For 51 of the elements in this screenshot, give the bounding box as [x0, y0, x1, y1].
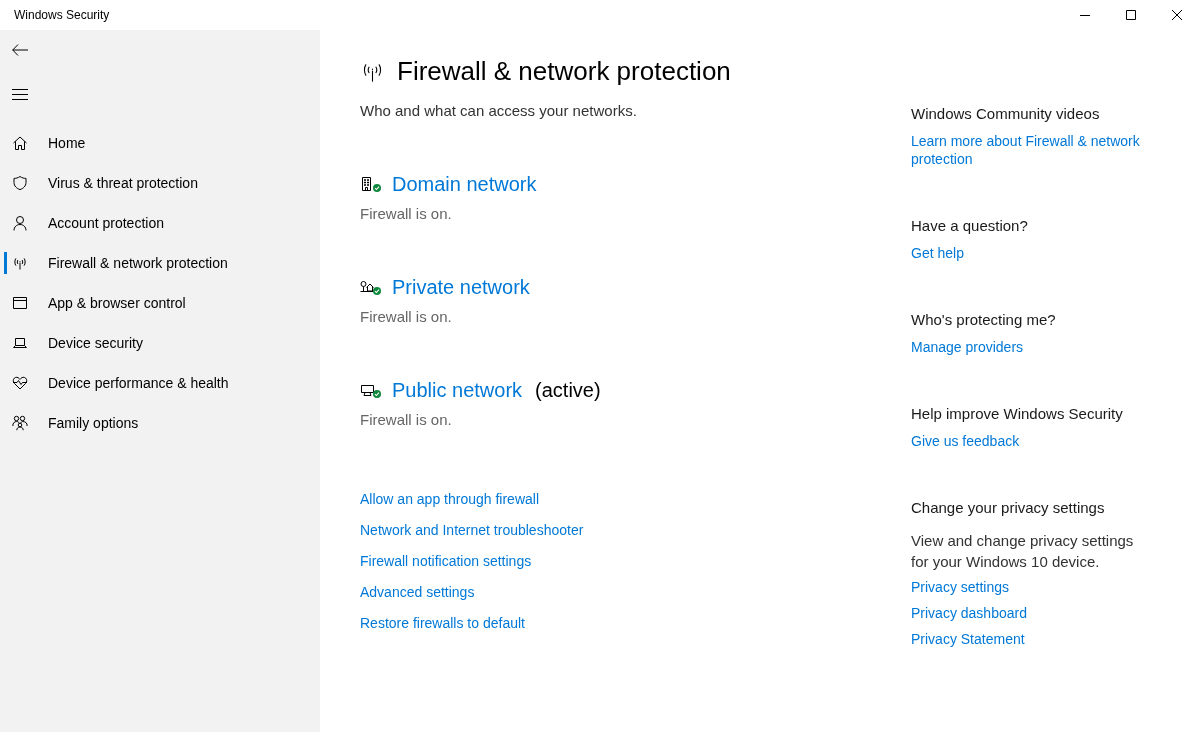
help-link[interactable]: Give us feedback: [911, 432, 1020, 450]
sidebar-item[interactable]: Account protection: [0, 203, 320, 243]
section-heading: Who's protecting me?: [911, 310, 1057, 330]
section-description: View and change privacy settings for your Windows 10 device.: [911, 531, 1135, 572]
settings-link[interactable]: Firewall notification settings: [360, 551, 532, 571]
sidebar-item[interactable]: App & browser control: [0, 283, 320, 323]
antenna-icon: [12, 255, 28, 271]
minimize-icon: [1080, 14, 1090, 16]
network-status: Firewall is on.: [360, 410, 453, 430]
menu-icon: [12, 88, 28, 100]
network-note: (active): [535, 378, 601, 403]
network-link[interactable]: Public network: [392, 376, 523, 404]
help-link[interactable]: Get help: [911, 244, 964, 262]
help-link[interactable]: Manage providers: [911, 338, 1024, 356]
section-heading: Have a question?: [911, 216, 1029, 236]
network-link[interactable]: Private network: [392, 273, 530, 301]
help-link[interactable]: Privacy dashboard: [911, 604, 1027, 622]
settings-link[interactable]: Restore firewalls to default: [360, 613, 525, 633]
settings-link[interactable]: Network and Internet troubleshooter: [360, 520, 584, 540]
laptop-icon: [12, 335, 28, 351]
section-heading: Windows Community videos: [911, 104, 1101, 124]
section-heading: Change your privacy settings: [911, 498, 1106, 518]
network-status: Firewall is on.: [360, 307, 453, 327]
window-title: Windows Security: [14, 7, 110, 23]
help-link[interactable]: Privacy settings: [911, 578, 1010, 596]
network-status: Firewall is on.: [360, 204, 453, 224]
monitor-icon: [360, 382, 375, 398]
browser-window-icon: [12, 295, 28, 311]
page-subtitle: Who and what can access your networks.: [360, 101, 638, 121]
settings-link[interactable]: Allow an app through firewall: [360, 489, 539, 509]
sidebar-item[interactable]: Firewall & network protection: [0, 243, 320, 283]
person-icon: [12, 215, 28, 231]
tree-and-house-icon: [360, 279, 375, 295]
back-arrow-icon: [12, 44, 28, 56]
help-link[interactable]: Learn more about Firewall & network protection: [911, 132, 1151, 168]
home-icon: [12, 135, 28, 151]
heart-pulse-icon: [12, 375, 28, 391]
close-icon: [1172, 10, 1182, 20]
sidebar-item[interactable]: Home: [0, 123, 320, 163]
family-icon: [12, 415, 28, 431]
sidebar-item[interactable]: Family options: [0, 403, 320, 443]
settings-link[interactable]: Advanced settings: [360, 582, 475, 602]
maximize-icon: [1126, 10, 1136, 20]
section-heading: Help improve Windows Security: [911, 404, 1124, 424]
shield-icon: [12, 175, 28, 191]
sidebar-item[interactable]: Device security: [0, 323, 320, 363]
sidebar-item[interactable]: Virus & threat protection: [0, 163, 320, 203]
sidebar-item[interactable]: Device performance & health: [0, 363, 320, 403]
network-link[interactable]: Domain network: [392, 170, 537, 198]
help-link[interactable]: Privacy Statement: [911, 630, 1025, 648]
page-title: Firewall & network protection: [397, 55, 731, 88]
